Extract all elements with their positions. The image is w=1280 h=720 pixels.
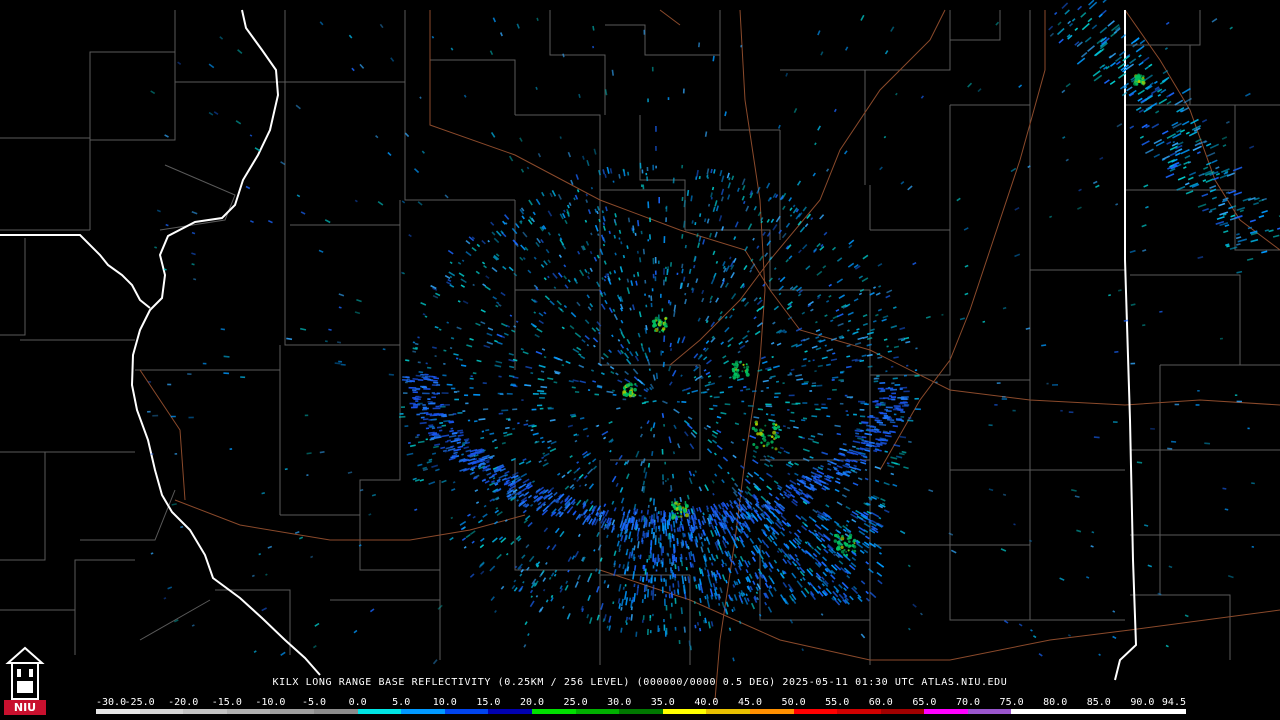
radar-reflectivity-echoes [147,0,1280,665]
niu-tower-icon [5,646,45,700]
color-scale-swatch [1098,709,1143,714]
color-scale-swatch [183,709,227,714]
color-scale-label: 85.0 [1086,697,1111,708]
highway-lines [139,9,1280,701]
color-scale-label: 50.0 [781,697,806,708]
niu-logo-text: NIU [4,700,46,715]
color-scale-label: 70.0 [955,697,981,708]
color-scale-label: 60.0 [868,697,893,708]
color-scale-swatch [619,709,663,714]
color-scale-swatch [531,709,576,714]
color-scale-swatch [967,709,1012,714]
color-scale-swatch [1142,709,1186,714]
color-scale-swatch [1011,709,1056,714]
color-scale-label: 20.0 [519,697,545,708]
color-scale-swatch [444,709,489,714]
color-scale-label: -5.0 [301,697,327,708]
color-scale-label: -30.0 [96,697,127,708]
radar-map-view: KILX LONG RANGE BASE REFLECTIVITY (0.25K… [0,0,1280,720]
color-scale-swatch [139,709,184,714]
color-scale-swatch [924,709,968,714]
color-scale-label: -10.0 [255,697,286,708]
color-scale-label: 65.0 [912,697,937,708]
color-scale-label: 40.0 [694,697,719,708]
color-scale-swatch [488,709,532,714]
color-scale-label: -20.0 [168,697,199,708]
color-scale-swatch [749,709,794,714]
color-scale-swatch [793,709,838,714]
color-scale-label: 10.0 [432,697,457,708]
color-scale-swatch [575,709,620,714]
color-scale-swatch [662,709,707,714]
color-scale-swatch [357,709,402,714]
color-scale-swatch [226,709,271,714]
color-scale-swatch [1055,709,1099,714]
state-boundaries [0,9,1138,681]
color-scale-swatch [270,709,314,714]
color-scale-label: 94.5 [1161,697,1186,708]
color-scale-label: 25.0 [563,697,588,708]
color-scale-label: 0.0 [348,697,367,708]
color-scale-label: 5.0 [392,697,411,708]
product-caption: KILX LONG RANGE BASE REFLECTIVITY (0.25K… [272,677,1008,688]
niu-logo: NIU [4,645,46,717]
color-scale-swatch [313,709,358,714]
color-scale-swatch [880,709,925,714]
color-scale-label: 45.0 [737,697,763,708]
color-scale-label: 30.0 [607,697,632,708]
radar-map [0,0,1280,701]
color-scale-label: 90.0 [1130,697,1155,708]
color-scale-label: 35.0 [650,697,675,708]
color-scale-label: 75.0 [999,697,1024,708]
color-scale-label: 80.0 [1043,697,1068,708]
color-scale-bar [96,709,1186,714]
county-boundaries [0,10,1280,665]
color-scale-swatch [401,709,445,714]
color-scale-swatch [837,709,881,714]
color-scale-swatch [706,709,750,714]
color-scale-swatch [96,709,140,714]
color-scale-label: -15.0 [211,697,242,708]
color-scale-label: 55.0 [825,697,850,708]
color-scale-label: 15.0 [476,697,501,708]
color-scale-label: -25.0 [124,697,155,708]
color-scale-labels: -30.0 -25.0 -20.0 -15.0 -10.0 -5.0 0.0 5.0 10.0 1… [96,697,1186,708]
reflectivity-color-scale: -30.0 -25.0 -20.0 -15.0 -10.0 -5.0 0.0 5.0 10.0 1… [96,697,1186,717]
